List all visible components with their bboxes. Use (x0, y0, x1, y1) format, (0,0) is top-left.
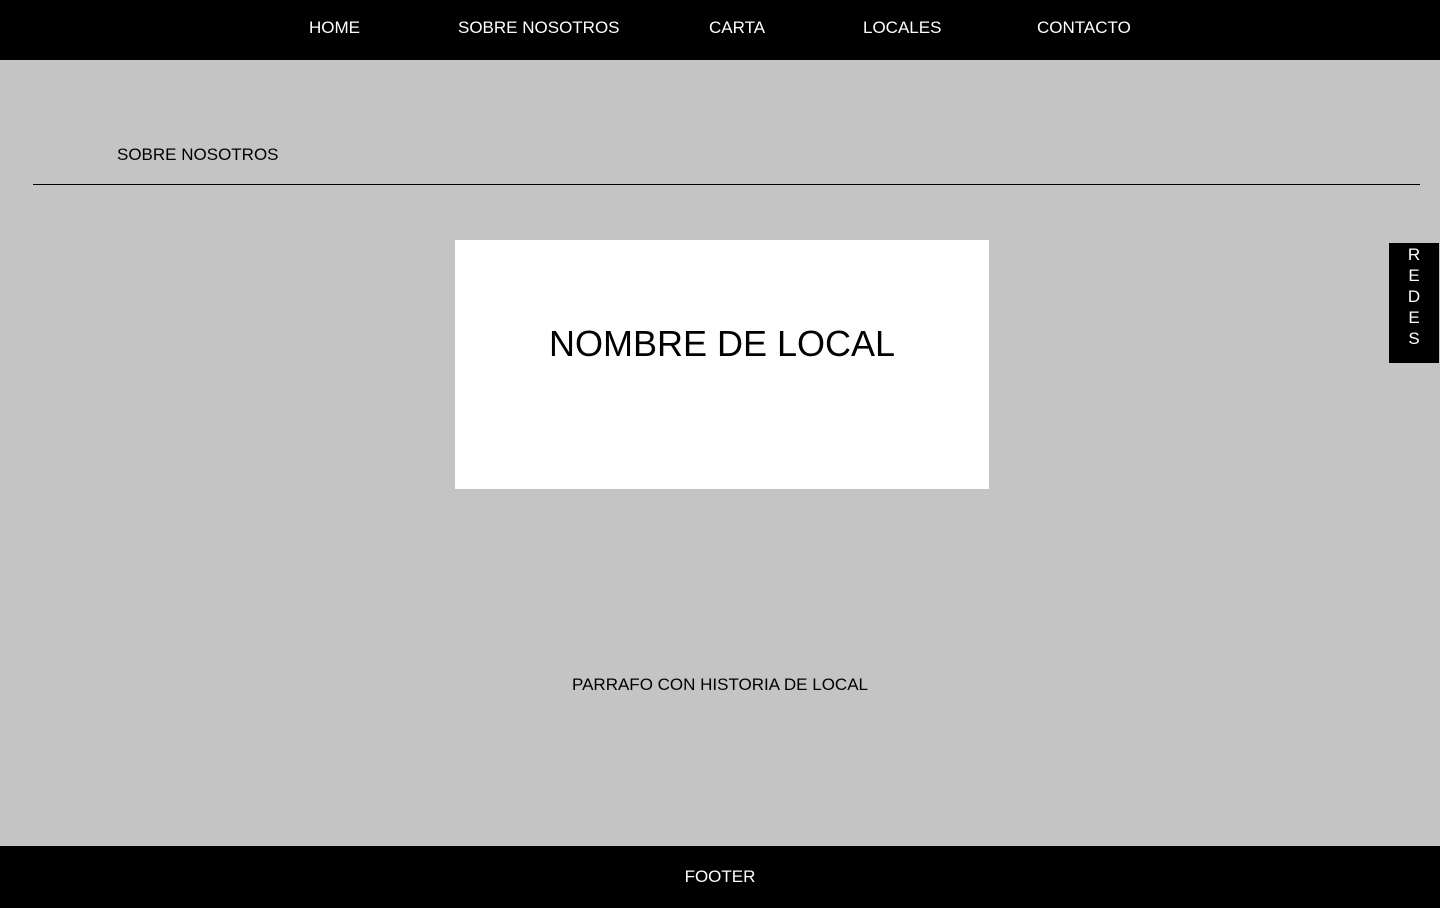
redes-letter: R (1407, 245, 1421, 264)
section-title: SOBRE NOSOTROS (117, 145, 279, 164)
nav-link-locales[interactable]: LOCALES (863, 18, 941, 38)
redes-letter: E (1408, 266, 1420, 285)
local-name-heading: NOMBRE DE LOCAL (548, 323, 896, 364)
footer-label: FOOTER (684, 867, 756, 886)
local-history-paragraph: PARRAFO CON HISTORIA DE LOCAL (572, 675, 868, 694)
nav-link-sobre-nosotros[interactable]: SOBRE NOSOTROS (458, 18, 620, 38)
redes-letter: E (1408, 308, 1420, 327)
redes-letter: S (1408, 329, 1420, 348)
section-divider (33, 184, 1420, 185)
local-image-card: NOMBRE DE LOCAL (455, 240, 989, 489)
redes-letters: R E D E S (1389, 244, 1439, 349)
redes-social-tab[interactable]: R E D E S (1389, 243, 1439, 363)
nav-link-home[interactable]: HOME (309, 18, 360, 38)
nav-link-contacto[interactable]: CONTACTO (1037, 18, 1131, 38)
redes-letter: D (1407, 287, 1421, 306)
nav-link-carta[interactable]: CARTA (709, 18, 765, 38)
top-navigation-bar: HOME SOBRE NOSOTROS CARTA LOCALES CONTAC… (0, 0, 1440, 60)
footer-bar: FOOTER (0, 846, 1440, 908)
